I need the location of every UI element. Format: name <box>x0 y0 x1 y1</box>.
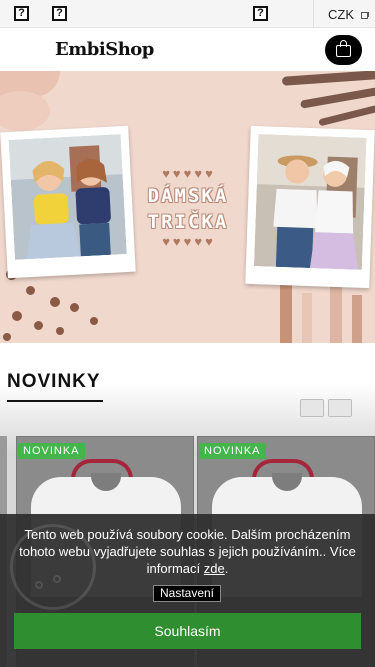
hearts-decoration: ♥♥♥♥♥ <box>162 234 216 249</box>
decorative-stroke <box>299 85 375 109</box>
currency-selector[interactable]: CZK <box>313 0 375 28</box>
cookie-message: Tento web používá soubory cookie. Dalším… <box>10 526 365 577</box>
photo-frame-right <box>245 125 375 289</box>
tshirt-neck <box>91 473 121 491</box>
decorative-dot <box>12 311 22 321</box>
decorative-stroke <box>281 71 375 86</box>
hero-photo-right <box>253 134 367 270</box>
hero-title-line2: TRIČKA <box>147 211 229 233</box>
cookie-banner: Tento web používá soubory cookie. Dalším… <box>0 514 375 667</box>
decorative-stroke <box>318 102 375 127</box>
decorative-dot <box>34 321 43 330</box>
carousel-next-button[interactable] <box>328 399 352 417</box>
women-photo-image <box>8 134 127 260</box>
decorative-dot <box>70 303 79 312</box>
section-title: NOVINKY <box>7 371 101 392</box>
decorative-dot <box>90 317 98 325</box>
help-icon[interactable]: ? <box>253 6 268 21</box>
hero-photo-left <box>8 134 127 260</box>
carousel-prev-button[interactable] <box>300 399 324 417</box>
photo-frame-left <box>0 125 136 279</box>
site-logo[interactable]: EmbiShop <box>55 40 154 60</box>
new-badge: NOVINKA <box>199 443 266 459</box>
decorative-stripe <box>280 281 292 343</box>
cart-button[interactable] <box>325 35 362 65</box>
cookie-message-text: Tento web používá soubory cookie. Dalším… <box>19 527 356 576</box>
site-header: EmbiShop <box>0 28 375 71</box>
hero-title-line1: DÁMSKÁ <box>147 185 229 207</box>
cookie-settings-button[interactable]: Nastavení <box>153 585 221 602</box>
currency-label: CZK <box>328 7 354 22</box>
section-underline <box>7 400 103 402</box>
top-bar: ? ? ? CZK <box>0 0 375 28</box>
cookie-accept-button[interactable]: Souhlasím <box>14 613 361 649</box>
cookie-message-end: . <box>224 561 229 576</box>
cookie-info-link[interactable]: zde <box>204 561 225 576</box>
decorative-shape <box>0 91 50 131</box>
women-photo-image <box>253 134 367 270</box>
external-link-icon <box>361 12 369 19</box>
decorative-dot <box>50 297 60 307</box>
tshirt-neck <box>272 473 302 491</box>
decorative-dot <box>26 286 35 295</box>
help-icon[interactable]: ? <box>14 6 29 21</box>
help-icon[interactable]: ? <box>52 6 67 21</box>
decorative-dot <box>56 327 64 335</box>
decorative-stripe <box>302 293 312 343</box>
hero-banner[interactable]: ♥♥♥♥♥ DÁMSKÁ TRIČKA ♥♥♥♥♥ <box>0 71 375 343</box>
shopping-bag-icon <box>336 45 351 57</box>
decorative-dot <box>3 333 11 341</box>
hearts-decoration: ♥♥♥♥♥ <box>162 166 216 181</box>
new-badge: NOVINKA <box>18 443 85 459</box>
decorative-stripe <box>352 295 362 343</box>
decorative-stripe <box>330 285 342 343</box>
